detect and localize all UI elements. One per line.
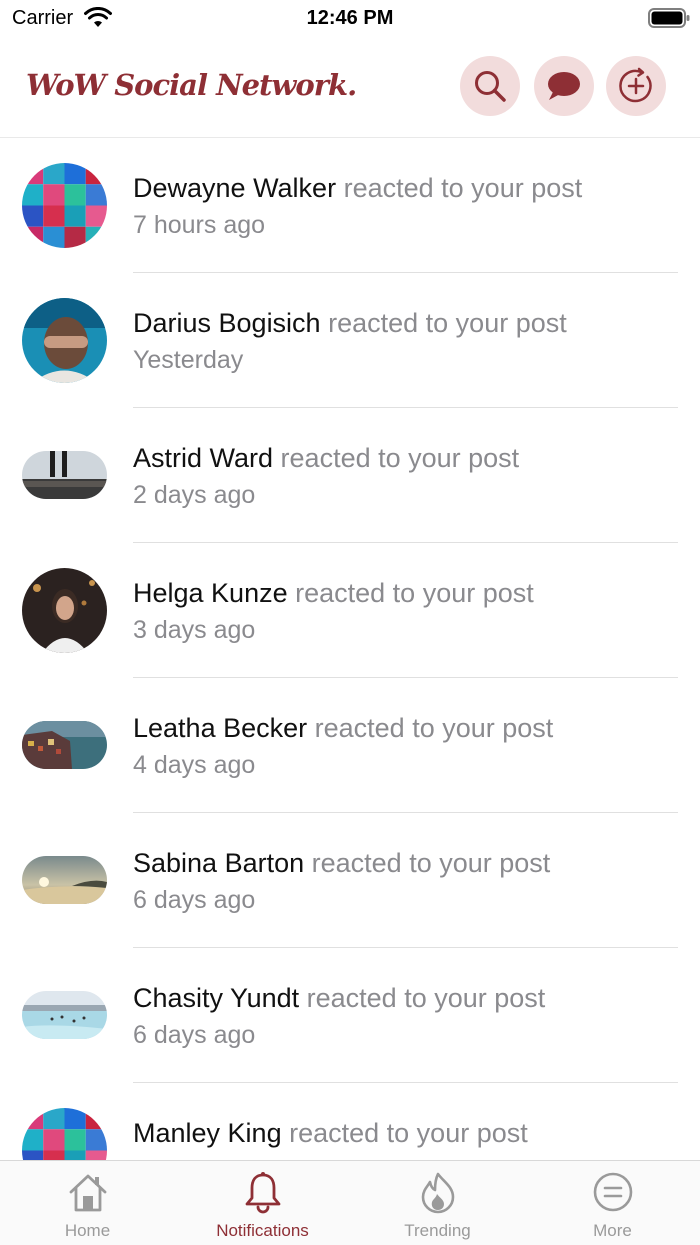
notification-user-name[interactable]: Darius Bogisich — [133, 308, 321, 338]
bell-icon — [245, 1172, 281, 1214]
flame-icon — [421, 1172, 455, 1214]
notification-user-name[interactable]: Manley King — [133, 1118, 282, 1148]
notification-item[interactable]: Astrid Ward reacted to your post 2 days … — [0, 408, 700, 543]
create-post-button[interactable] — [606, 56, 666, 116]
notification-time: 4 days ago — [133, 751, 256, 779]
notification-time: 3 days ago — [133, 616, 256, 644]
avatar — [22, 298, 107, 383]
tab-label: Home — [64, 1221, 111, 1240]
notification-action: reacted to your post — [306, 983, 546, 1013]
tab-trending[interactable]: Trending — [350, 1161, 525, 1245]
clock: 12:46 PM — [306, 7, 394, 29]
tab-label: Notifications — [216, 1221, 309, 1240]
status-bar: Carrier 12:46 PM — [0, 0, 700, 40]
notification-time: Yesterday — [133, 346, 244, 374]
notification-user-name[interactable]: Leatha Becker — [133, 713, 307, 743]
avatar — [22, 721, 107, 769]
search-icon — [475, 71, 506, 102]
avatar — [22, 451, 107, 499]
notification-item[interactable]: Leatha Becker reacted to your post 4 day… — [0, 678, 700, 813]
notification-item[interactable]: Dewayne Walker reacted to your post 7 ho… — [0, 138, 700, 273]
app-logo: WoW Social Network. — [26, 68, 357, 102]
notification-user-name[interactable]: Chasity Yundt — [133, 983, 299, 1013]
notification-action: reacted to your post — [280, 443, 520, 473]
notification-item[interactable]: Chasity Yundt reacted to your post 6 day… — [0, 948, 700, 1083]
avatar — [22, 991, 107, 1039]
messages-button[interactable] — [534, 56, 594, 116]
avatar — [22, 856, 107, 904]
battery-icon — [648, 8, 690, 28]
notification-time: 6 days ago — [133, 886, 256, 914]
tab-bar: Home Notifications Trending More — [0, 1160, 700, 1245]
notification-user-name[interactable]: Sabina Barton — [133, 848, 304, 878]
notification-action: reacted to your post — [328, 308, 567, 338]
notification-action: reacted to your post — [343, 173, 583, 203]
tab-label: More — [593, 1221, 632, 1240]
tab-notifications[interactable]: Notifications — [175, 1161, 350, 1245]
tab-home[interactable]: Home — [0, 1161, 175, 1245]
home-icon — [69, 1174, 107, 1212]
notification-user-name[interactable]: Astrid Ward — [133, 443, 273, 473]
notification-list[interactable]: Dewayne Walker reacted to your post 7 ho… — [0, 138, 700, 1160]
avatar — [22, 163, 107, 248]
notification-item[interactable]: Sabina Barton reacted to your post 6 day… — [0, 813, 700, 948]
notification-action: reacted to your post — [295, 578, 534, 608]
tab-label: Trending — [404, 1221, 471, 1240]
notification-action: reacted to your post — [314, 713, 554, 743]
notification-time: 7 hours ago — [133, 211, 266, 239]
avatar — [22, 1108, 107, 1160]
search-button[interactable] — [460, 56, 520, 116]
notification-time: 6 days ago — [133, 1021, 256, 1049]
notification-item[interactable]: Darius Bogisich reacted to your post Yes… — [0, 273, 700, 408]
notification-action: reacted to your post — [289, 1118, 528, 1148]
tab-more[interactable]: More — [525, 1161, 700, 1245]
more-icon — [593, 1172, 633, 1212]
notification-item[interactable]: Helga Kunze reacted to your post 3 days … — [0, 543, 700, 678]
chat-bubble-icon — [548, 72, 580, 100]
notification-item[interactable]: Manley King reacted to your post — [0, 1083, 700, 1160]
notification-time: 2 days ago — [133, 481, 256, 509]
notification-action: reacted to your post — [311, 848, 551, 878]
notification-user-name[interactable]: Helga Kunze — [133, 578, 288, 608]
add-circle-icon — [619, 67, 652, 103]
app-header: WoW Social Network. — [0, 40, 700, 138]
avatar — [22, 568, 107, 653]
notification-user-name[interactable]: Dewayne Walker — [133, 173, 336, 203]
